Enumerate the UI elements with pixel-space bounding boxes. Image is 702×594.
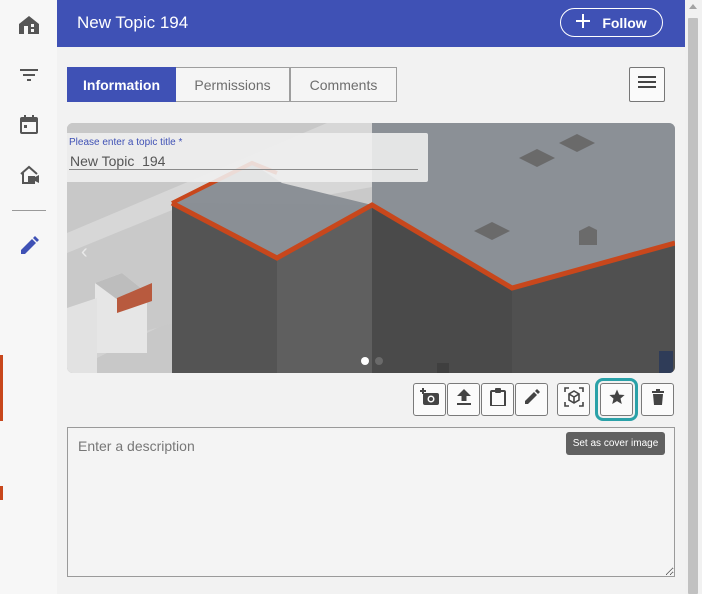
carousel-dot-active[interactable] <box>361 357 369 365</box>
sidebar-divider <box>12 210 46 211</box>
house-camera-icon[interactable] <box>16 162 42 188</box>
menu-button[interactable] <box>629 67 665 102</box>
carousel-prev-icon[interactable]: ‹ <box>81 241 88 264</box>
delete-button[interactable] <box>641 383 674 416</box>
cube-icon <box>563 387 584 412</box>
pencil-icon <box>524 389 540 410</box>
background-sliver <box>0 486 3 500</box>
scrollbar[interactable] <box>685 0 702 594</box>
scrollbar-thumb[interactable] <box>688 18 698 594</box>
paste-button[interactable] <box>481 383 514 416</box>
background-sliver <box>0 355 3 421</box>
plus-icon <box>576 14 591 31</box>
tab-information[interactable]: Information <box>67 67 176 102</box>
tooltip: Set as cover image <box>566 432 665 455</box>
scroll-up-icon[interactable] <box>689 4 697 9</box>
image-carousel[interactable]: Please enter a topic title * ‹ <box>67 123 675 373</box>
carousel-dot[interactable] <box>375 357 383 365</box>
tab-comments[interactable]: Comments <box>290 67 397 102</box>
hamburger-icon <box>638 75 656 94</box>
view-3d-button[interactable] <box>557 383 590 416</box>
trash-icon <box>651 389 664 410</box>
star-icon <box>608 389 625 410</box>
tab-bar: Information Permissions Comments <box>67 67 397 102</box>
sidebar <box>0 0 58 594</box>
add-photo-button[interactable] <box>413 383 446 416</box>
edit-image-button[interactable] <box>515 383 548 416</box>
topic-title-field: Please enter a topic title * <box>67 133 428 182</box>
upload-icon <box>456 389 471 410</box>
follow-button[interactable]: Follow <box>560 8 663 37</box>
pencil-icon[interactable] <box>16 233 42 259</box>
topic-title-label: Please enter a topic title * <box>69 137 183 148</box>
tab-permissions[interactable]: Permissions <box>176 67 290 102</box>
topic-title: New Topic 194 <box>77 13 189 32</box>
topic-title-input[interactable] <box>69 152 418 170</box>
filter-icon[interactable] <box>16 62 42 88</box>
calendar-icon[interactable] <box>16 112 42 138</box>
carousel-indicators <box>361 357 383 365</box>
camera-plus-icon <box>419 388 440 411</box>
upload-button[interactable] <box>447 383 480 416</box>
follow-label: Follow <box>602 14 647 31</box>
clipboard-icon <box>489 388 506 411</box>
home-icon[interactable] <box>16 12 42 38</box>
topic-header: New Topic 194 Follow <box>57 0 685 47</box>
topic-panel: New Topic 194 Follow Information Permiss… <box>57 0 685 594</box>
set-cover-button[interactable] <box>595 378 638 421</box>
